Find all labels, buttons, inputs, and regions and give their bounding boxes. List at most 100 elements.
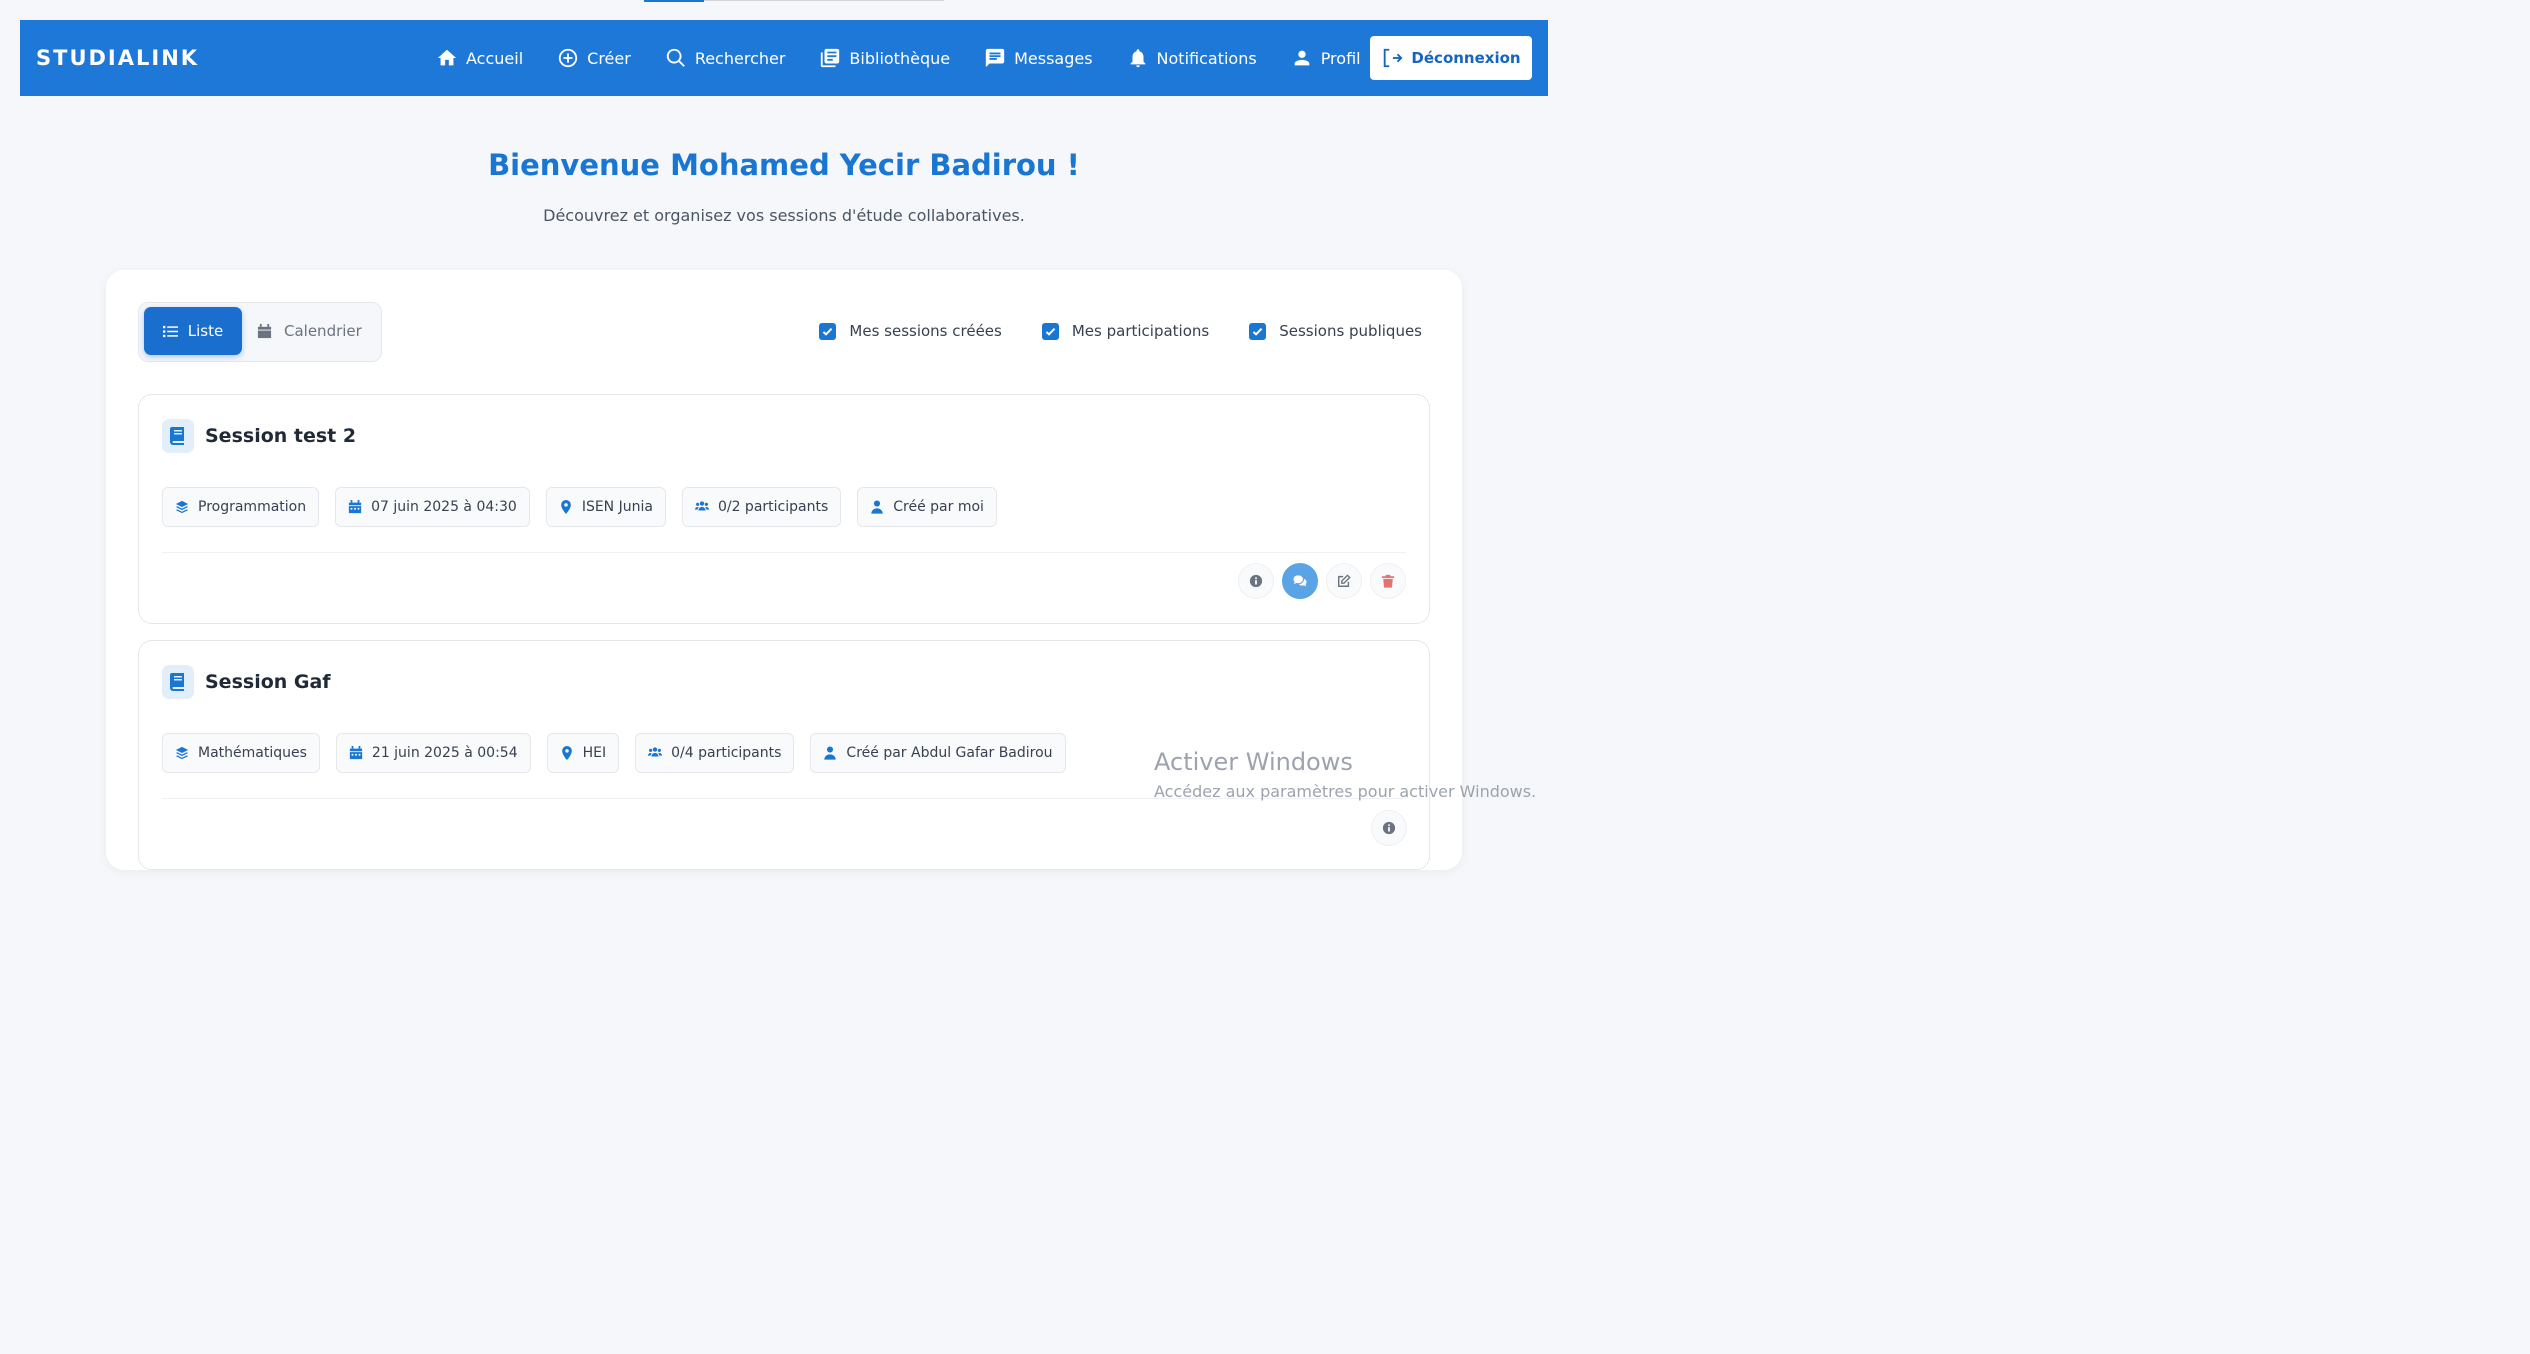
filter-label: Mes sessions créées (849, 322, 1002, 340)
view-toggle: Liste Calendrier (138, 302, 382, 362)
nav-item-label: Rechercher (694, 48, 786, 68)
calendar-icon (349, 746, 363, 760)
user-icon (1294, 50, 1310, 66)
divider (162, 552, 1406, 553)
filter-my-participations[interactable]: Mes participations (1041, 322, 1210, 340)
nav-item-accueil[interactable]: Accueil (436, 47, 523, 69)
date-label: 21 juin 2025 à 00:54 (371, 745, 518, 761)
date-chip: 21 juin 2025 à 00:54 (335, 733, 531, 773)
user-icon (871, 500, 883, 514)
session-actions (1230, 563, 1406, 599)
creator-label: Créé par moi (893, 499, 984, 515)
info-button[interactable] (1371, 810, 1407, 846)
location-chip: HEI (546, 733, 620, 773)
view-list-label: Liste (187, 322, 224, 340)
filter-label: Sessions publiques (1279, 322, 1422, 340)
book-icon (162, 419, 194, 453)
bell-icon (1130, 49, 1145, 68)
users-icon (648, 747, 663, 757)
subject-label: Mathématiques (198, 745, 307, 761)
checkbox[interactable] (819, 322, 837, 340)
nav-item-messages[interactable]: Messages (984, 47, 1093, 69)
nav-item-label: Créer (587, 48, 631, 68)
session-meta: Mathématiques 21 juin 2025 à 00:54 HEI 0… (162, 733, 1082, 773)
map-pin-icon (561, 500, 571, 514)
logout-label: Déconnexion (1411, 49, 1521, 67)
brand-logo[interactable]: STUDIALINK (36, 46, 199, 70)
view-list-button[interactable]: Liste (144, 307, 242, 355)
check-icon (823, 327, 833, 336)
participants-label: 0/4 participants (671, 745, 782, 761)
info-icon (1382, 821, 1396, 835)
subject-chip: Programmation (162, 487, 320, 527)
creator-label: Créé par Abdul Gafar Badirou (846, 745, 1053, 761)
trash-icon (1381, 574, 1395, 588)
check-icon (1045, 327, 1056, 336)
nav-item-bibliotheque[interactable]: Bibliothèque (819, 47, 950, 69)
participants-label: 0/2 participants (717, 499, 829, 515)
session-meta: Programmation 07 juin 2025 à 04:30 ISEN … (162, 487, 1013, 527)
map-pin-icon (561, 746, 572, 760)
participants-chip: 0/2 participants (681, 487, 842, 527)
book-icon (162, 665, 194, 699)
filter-my-sessions[interactable]: Mes sessions créées (819, 322, 1002, 340)
calendar-icon (348, 500, 362, 514)
subject-label: Programmation (198, 499, 307, 515)
filter-public-sessions[interactable]: Sessions publiques (1249, 322, 1422, 340)
top-strip (0, 0, 1568, 20)
check-icon (1252, 327, 1263, 336)
library-icon (821, 48, 840, 68)
session-card[interactable]: Session test 2 Programmation 07 juin 202… (138, 394, 1430, 624)
subject-chip: Mathématiques (162, 733, 320, 773)
list-icon (162, 325, 178, 337)
session-title: Session test 2 (205, 425, 357, 447)
info-button[interactable] (1238, 563, 1274, 599)
tab-indicator-track (704, 0, 944, 1)
logout-icon (1384, 48, 1403, 68)
nav-item-creer[interactable]: Créer (557, 47, 631, 69)
user-icon (824, 746, 837, 760)
creator-chip: Créé par moi (857, 487, 997, 527)
nav-item-notifications[interactable]: Notifications (1127, 47, 1257, 69)
calendar-icon (257, 323, 272, 338)
users-icon (694, 501, 709, 511)
view-calendar-label: Calendrier (284, 322, 362, 340)
location-label: HEI (582, 745, 607, 761)
filter-label: Mes participations (1071, 322, 1210, 340)
location-chip: ISEN Junia (545, 487, 666, 527)
checkbox[interactable] (1249, 322, 1267, 340)
edit-icon (1338, 574, 1351, 587)
participants-chip: 0/4 participants (635, 733, 795, 773)
search-icon (666, 48, 685, 67)
nav-item-label: Messages (1014, 48, 1093, 68)
page-subtitle: Découvrez et organisez vos sessions d'ét… (543, 206, 1025, 225)
edit-button[interactable] (1326, 563, 1362, 599)
nav-item-label: Bibliothèque (849, 48, 951, 68)
session-title: Session Gaf (205, 671, 331, 693)
nav-item-profil[interactable]: Profil (1291, 47, 1361, 69)
message-icon (985, 48, 1005, 68)
date-label: 07 juin 2025 à 04:30 (371, 499, 517, 515)
comments-icon (1293, 575, 1307, 587)
creator-chip: Créé par Abdul Gafar Badirou (810, 733, 1066, 773)
layers-icon (175, 500, 189, 514)
checkbox[interactable] (1041, 322, 1059, 340)
nav-item-label: Notifications (1156, 48, 1257, 68)
home-icon (437, 49, 457, 66)
windows-activation-watermark: Activer Windows Accédez aux paramètres p… (1154, 748, 1536, 801)
watermark-title: Activer Windows (1154, 748, 1353, 776)
plus-circle-icon (558, 48, 578, 68)
view-calendar-button[interactable]: Calendrier (257, 307, 375, 355)
location-label: ISEN Junia (581, 499, 653, 515)
nav-item-label: Profil (1320, 48, 1361, 68)
tab-indicator (644, 0, 704, 2)
watermark-subtitle: Accédez aux paramètres pour activer Wind… (1154, 782, 1537, 801)
page-title: Bienvenue Mohamed Yecir Badirou ! (488, 148, 1080, 182)
logout-button[interactable]: Déconnexion (1370, 36, 1532, 80)
delete-button[interactable] (1370, 563, 1406, 599)
session-filters: Mes sessions créées Mes participations S… (779, 322, 1422, 340)
layers-icon (175, 746, 189, 760)
nav-item-rechercher[interactable]: Rechercher (665, 47, 786, 69)
chat-button[interactable] (1282, 563, 1318, 599)
date-chip: 07 juin 2025 à 04:30 (335, 487, 530, 527)
